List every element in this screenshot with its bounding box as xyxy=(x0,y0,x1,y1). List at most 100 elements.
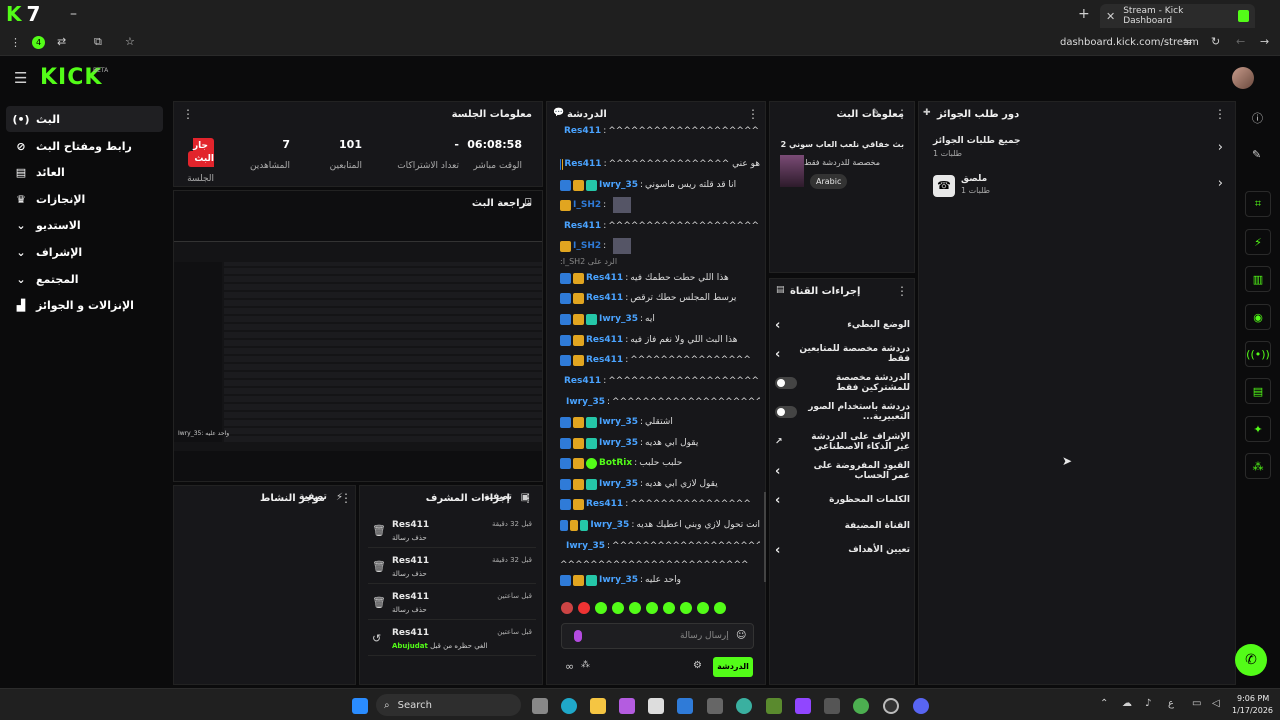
reward-item-sticker[interactable]: ☎ ملصق طلبات 1 › xyxy=(933,172,1223,200)
taskbar-search[interactable]: ⌕ Search xyxy=(376,694,521,716)
chat-username[interactable]: Iwry_35 xyxy=(566,397,605,407)
more-options-icon[interactable]: ⋮ xyxy=(896,107,908,121)
toggle-switch[interactable] xyxy=(775,406,797,418)
sidebar-item[interactable]: ⌄ المجتمع xyxy=(6,266,163,292)
chat-message[interactable]: Res411: يرسط المجلس حطك ترقص xyxy=(560,288,760,308)
sidebar-item[interactable]: ⌄ الاستديو xyxy=(6,212,163,238)
share-icon[interactable]: ⧉ xyxy=(94,35,102,49)
chat-message[interactable]: Iwry_35: اشتقلي xyxy=(560,412,760,432)
windows-start-icon[interactable] xyxy=(352,698,368,714)
sidebar-item[interactable]: ⌄ الإشراف xyxy=(6,239,163,265)
chat-message[interactable]: Res411: هذا اللي حطت حطمك فيه xyxy=(560,268,760,288)
chat-message[interactable]: Res411:^^^^^^^^^^^^^^^^^^^^^^^^^^^^^^^^^ xyxy=(560,216,760,236)
rail-community-icon[interactable]: ⁂ xyxy=(1245,453,1271,479)
task-view-icon[interactable] xyxy=(532,698,548,714)
rail-scan-icon[interactable]: ⌗ xyxy=(1245,191,1271,217)
tray-network-icon[interactable]: ▭ xyxy=(1192,698,1201,709)
chat-message[interactable]: Res411: ^^^^^^^^^^^^^^^^ xyxy=(560,350,760,370)
emote-icon[interactable] xyxy=(612,602,624,614)
file-explorer-icon[interactable] xyxy=(590,698,606,714)
chat-message[interactable]: Res411: ^^^^^^^^^^^^^^^^ xyxy=(560,494,760,514)
chat-scrollbar[interactable] xyxy=(764,492,766,582)
channel-action-row[interactable]: القيود المفروضة على عمر الحساب › xyxy=(775,460,910,482)
channel-action-row[interactable]: دردشة باستخدام الصور التعبيرية... xyxy=(775,401,910,423)
chevron-right-icon[interactable]: › xyxy=(1218,176,1223,191)
chat-username[interactable]: BotRix xyxy=(599,458,632,468)
rail-wrench-icon[interactable]: ✦ xyxy=(1245,416,1271,442)
clock-date[interactable]: 1/17/2026 xyxy=(1232,706,1273,715)
more-options-icon[interactable]: ⋮ xyxy=(340,491,352,505)
bookmark-star-icon[interactable]: ☆ xyxy=(125,35,135,48)
chat-message[interactable]: Iwry_35: يقول لازي ابي هديه xyxy=(560,474,760,494)
translate-icon[interactable]: ⇄ xyxy=(57,35,66,48)
tray-cloud-icon[interactable]: ☁ xyxy=(1122,698,1132,709)
emoji-icon[interactable]: ☺ xyxy=(736,630,746,641)
filter-button[interactable]: تصفية xyxy=(299,492,327,502)
forward-icon[interactable]: → xyxy=(1260,35,1269,48)
sidebar-item[interactable]: (•) البث xyxy=(6,106,163,132)
chevron-right-icon[interactable]: › xyxy=(775,493,780,508)
chat-username[interactable]: Iwry_35 xyxy=(566,541,605,551)
chat-message[interactable]: Res411: هذا البث اللي ولا نغم فاز فيه xyxy=(560,330,760,350)
chrome-icon[interactable] xyxy=(853,698,869,714)
chevron-right-icon[interactable]: › xyxy=(775,464,780,479)
sidebar-item[interactable]: ⊘ رابط ومفتاح البث xyxy=(6,133,163,159)
channel-action-row[interactable]: تعيين الأهداف › xyxy=(775,539,910,561)
discord-icon[interactable] xyxy=(913,698,929,714)
browser-icon[interactable] xyxy=(736,698,752,714)
app-icon[interactable] xyxy=(707,698,723,714)
pencil-icon[interactable]: ✎ xyxy=(1252,148,1261,161)
clock-time[interactable]: 9:06 PM xyxy=(1237,694,1269,703)
rail-layout-icon[interactable]: ▤ xyxy=(1245,378,1271,404)
minimize-icon[interactable]: – xyxy=(70,6,77,22)
filter-button[interactable]: تصفية xyxy=(484,492,512,502)
rail-doc-icon[interactable]: ▥ xyxy=(1245,266,1271,292)
chat-message[interactable]: I_SH2: xyxy=(560,236,760,256)
twitch-icon[interactable] xyxy=(795,698,811,714)
chat-tools-icon[interactable]: ⁂ xyxy=(581,660,590,670)
chat-message[interactable]: Res411:^^^^^^^^^^^^^^^^^^^^^^^^^^^^^^^^^ xyxy=(560,121,760,141)
avatar[interactable] xyxy=(1232,67,1254,89)
site-settings-icon[interactable]: ⇋ xyxy=(1183,35,1192,48)
url-text[interactable]: dashboard.kick.com/stream xyxy=(1060,37,1199,48)
app-icon[interactable] xyxy=(824,698,840,714)
chat-message[interactable]: Iwry_35: انت تحول لازي وبني اعطيك هديه xyxy=(560,515,760,535)
chat-message[interactable]: Res411: هو عني ^^^^^^^^^^^^^^^^ xyxy=(560,154,760,174)
emote-icon[interactable] xyxy=(578,602,590,614)
more-options-icon[interactable]: ⋮ xyxy=(182,107,194,121)
more-options-icon[interactable]: ⋮ xyxy=(522,491,534,505)
sidebar-item[interactable]: ▤ العائد xyxy=(6,159,163,185)
chat-username[interactable]: I_SH2 xyxy=(573,200,601,210)
more-options-icon[interactable]: ⋮ xyxy=(1214,107,1226,121)
chevron-right-icon[interactable]: › xyxy=(775,318,780,333)
chat-message[interactable]: Res411:^^^^^^^^^^^^^^^^^^^^^^^^^^^^^^^^^ xyxy=(560,371,760,391)
channel-action-row[interactable]: دردشة مخصصة للمتابعين فقط › xyxy=(775,343,910,365)
mic-icon[interactable] xyxy=(574,630,582,642)
preview-video[interactable]: Iwry_35: واحد عليه xyxy=(174,241,542,451)
channel-action-row[interactable]: الدردشة مخصصة للمشتركين فقط xyxy=(775,372,910,394)
edge-icon[interactable] xyxy=(561,698,577,714)
chat-input[interactable]: ☺ إرسال رسالة xyxy=(561,623,754,649)
reload-icon[interactable]: ↻ xyxy=(1211,35,1220,48)
chat-message[interactable]: Iwry_35: انا قد قلته ريس ماسوني xyxy=(560,175,760,195)
tray-mic-icon[interactable]: ♪ xyxy=(1145,698,1151,709)
chat-username[interactable]: Iwry_35 xyxy=(599,438,638,448)
info-icon[interactable]: ⓘ xyxy=(1252,110,1263,126)
emote-icon[interactable] xyxy=(714,602,726,614)
close-tab-icon[interactable]: ✕ xyxy=(1106,10,1115,23)
channel-action-row[interactable]: الإشراف على الدردشة عبر الذكاء الاصطناعي… xyxy=(775,431,910,453)
more-options-icon[interactable]: ⋮ xyxy=(747,107,759,121)
extension-badge[interactable]: 4 xyxy=(32,36,45,49)
emote-icon[interactable] xyxy=(663,602,675,614)
tray-lang-icon[interactable]: ع xyxy=(1168,698,1174,709)
chat-username[interactable]: Iwry_35 xyxy=(599,479,638,489)
chat-username[interactable]: Iwry_35 xyxy=(599,417,638,427)
settings-gear-icon[interactable]: ⚙ xyxy=(693,660,702,671)
chevron-right-icon[interactable]: › xyxy=(775,543,780,558)
emote-icon[interactable] xyxy=(561,602,573,614)
store-icon[interactable] xyxy=(648,698,664,714)
menu-dots-icon[interactable]: ⋮ xyxy=(10,36,21,49)
more-options-icon[interactable]: ⋮ xyxy=(896,284,908,298)
chat-message[interactable]: Iwry_35: يقول ابي هديه xyxy=(560,433,760,453)
reward-item-all[interactable]: جميع طلبات الجوائز طلبات 1 › xyxy=(933,136,1223,164)
